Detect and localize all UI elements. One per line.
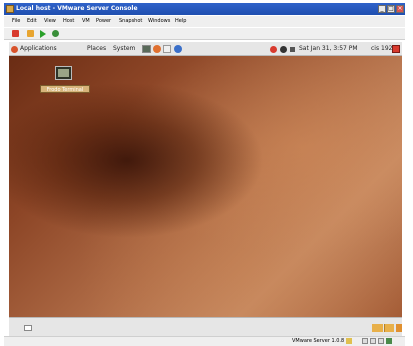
help-launcher-icon[interactable] <box>174 45 182 53</box>
network-adapter-icon <box>378 338 384 344</box>
terminal-launcher-icon[interactable] <box>142 45 151 53</box>
menu-help[interactable]: Help <box>175 18 186 25</box>
suspend-button[interactable] <box>27 30 34 37</box>
vmware-console-window: Local host - VMware Server Console _ □ ×… <box>0 0 413 346</box>
menu-vm[interactable]: VM <box>82 18 90 25</box>
power-on-icon[interactable] <box>40 30 46 38</box>
desktop-icon-label[interactable]: Frodo Terminal <box>40 85 90 93</box>
applications-menu[interactable]: Applications <box>20 45 57 53</box>
menu-view[interactable]: View <box>44 18 56 25</box>
show-desktop-icon[interactable] <box>24 325 32 331</box>
vmware-app-icon <box>6 5 14 13</box>
system-menu[interactable]: System <box>113 45 135 53</box>
reset-button[interactable] <box>52 30 59 37</box>
menu-windows[interactable]: Windows <box>148 18 170 25</box>
terminal-icon-screen <box>58 69 69 77</box>
status-text: VMware Server 1.0.8 <box>292 338 345 344</box>
update-notifier-icon[interactable] <box>270 46 277 53</box>
volume-icon[interactable] <box>290 47 295 52</box>
window-title: Local host - VMware Server Console <box>16 5 138 12</box>
status-bar <box>4 336 405 346</box>
cdrom-icon <box>370 338 376 344</box>
guest-desktop <box>9 56 402 317</box>
workspace-2[interactable] <box>384 324 394 332</box>
trash-icon[interactable] <box>396 324 402 332</box>
power-off-button[interactable] <box>12 30 19 37</box>
maximize-button[interactable]: □ <box>387 5 395 13</box>
guest-bottom-panel <box>9 317 402 336</box>
network-icon[interactable] <box>280 46 287 53</box>
floppy-icon <box>362 338 368 344</box>
menu-power[interactable]: Power <box>96 18 111 25</box>
lock-icon <box>346 338 352 344</box>
vm-status-icon <box>386 338 392 344</box>
panel-clock[interactable]: Sat Jan 31, 3:57 PM <box>299 45 358 53</box>
panel-user[interactable]: cis 192 <box>371 45 392 53</box>
logout-icon[interactable] <box>392 45 400 53</box>
toolbar <box>4 27 405 40</box>
mail-launcher-icon[interactable] <box>163 45 171 53</box>
menu-host[interactable]: Host <box>63 18 74 25</box>
menu-snapshot[interactable]: Snapshot <box>119 18 142 25</box>
menu-file[interactable]: File <box>12 18 20 25</box>
foot-menu-icon <box>11 46 18 53</box>
firefox-launcher-icon[interactable] <box>153 45 161 53</box>
minimize-button[interactable]: _ <box>378 5 386 13</box>
places-menu[interactable]: Places <box>87 45 106 53</box>
close-button[interactable]: × <box>396 5 404 13</box>
menu-edit[interactable]: Edit <box>27 18 37 25</box>
workspace-1[interactable] <box>372 324 383 332</box>
